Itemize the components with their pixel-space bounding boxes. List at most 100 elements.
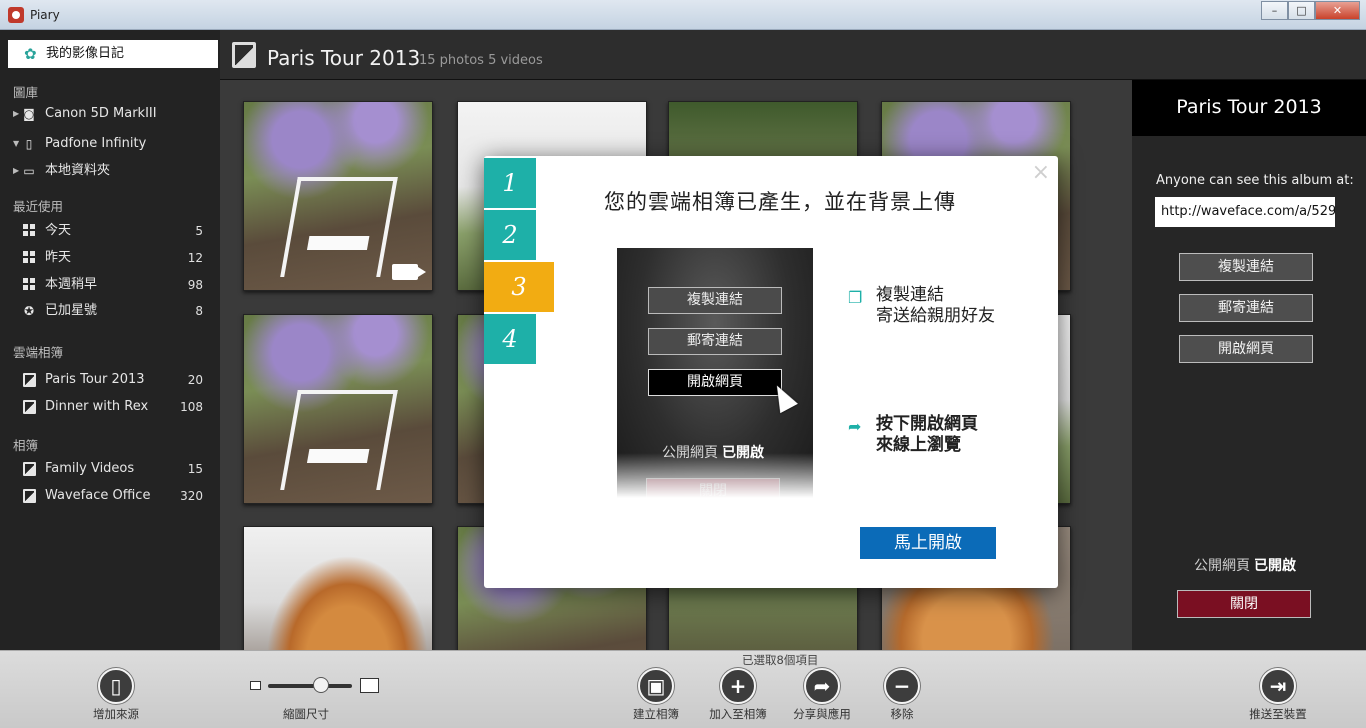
dialog-title: 您的雲端相簿已產生，並在背景上傳 [604, 190, 956, 214]
share-button[interactable]: ➦ 分享與應用 [782, 668, 862, 722]
item-count: 8 [195, 304, 203, 318]
section-library: 圖庫 [13, 85, 39, 100]
sidebar-item-phone[interactable]: ▼ ▯ Padfone Infinity [0, 133, 220, 155]
slider-track[interactable] [268, 684, 352, 688]
add-source-button[interactable]: ▯ 增加來源 [76, 668, 156, 722]
add-source-label: 增加來源 [93, 707, 139, 721]
sidebar-item-label: 今天 [45, 223, 72, 238]
remove-label: 移除 [890, 707, 914, 721]
large-image-icon [360, 678, 379, 693]
phone-icon: ▯ [25, 137, 33, 151]
remove-button[interactable]: − 移除 [862, 668, 942, 722]
share-url-label: Anyone can see this album at: [1156, 173, 1354, 188]
open-now-button[interactable]: 馬上開啟 [860, 527, 996, 559]
public-page-state: 已開啟 [1254, 558, 1296, 574]
step-tab-4[interactable]: 4 [484, 314, 536, 364]
album-subtitle: 15 photos 5 videos [419, 53, 543, 68]
push-device-icon: ⇥ [1260, 668, 1296, 704]
expand-arrow-icon[interactable]: ▶ [13, 103, 19, 125]
album-icon [232, 42, 256, 68]
sidebar-item-today[interactable]: 今天 5 [0, 220, 220, 242]
collapse-arrow-icon[interactable]: ▼ [13, 133, 19, 155]
sidebar-item-label: 已加星號 [45, 303, 98, 318]
sidebar-item-label: Canon 5D MarkIII [45, 106, 157, 121]
item-count: 98 [187, 278, 203, 292]
email-link-button[interactable]: 郵寄連結 [1179, 294, 1313, 322]
sidebar-item-local-folder[interactable]: ▶ ▭ 本地資料夾 [0, 160, 220, 182]
slider-knob[interactable] [313, 677, 330, 693]
sidebar-item-label: 本地資料夾 [45, 163, 111, 178]
preview-copy-link: 複製連結 [648, 287, 782, 314]
monitor-icon: ▭ [23, 164, 35, 178]
create-album-button[interactable]: ▣ 建立相簿 [616, 668, 696, 722]
step-tab-3[interactable]: 3 [484, 262, 554, 312]
share-panel: Paris Tour 2013 Anyone can see this albu… [1132, 80, 1366, 650]
album-icon [22, 373, 36, 387]
sidebar-item-yesterday[interactable]: 昨天 12 [0, 247, 220, 269]
sidebar: ✿ 我的影像日記 圖庫 ▶ ◙ Canon 5D MarkIII ▼ ▯ Pad… [0, 30, 220, 650]
add-to-album-button[interactable]: + 加入至相簿 [698, 668, 778, 722]
open-page-button[interactable]: 開啟網頁 [1179, 335, 1313, 363]
preview-public-state: 已開啟 [722, 445, 764, 461]
leaf-icon: ✿ [24, 45, 37, 63]
minus-icon: − [884, 668, 920, 704]
item-count: 20 [187, 373, 203, 387]
sidebar-item-label: Dinner with Rex [45, 399, 149, 414]
maximize-button[interactable]: □ [1288, 1, 1315, 20]
sidebar-item-label: Padfone Infinity [45, 136, 147, 151]
swing-shape [280, 177, 398, 277]
photo-thumbnail[interactable] [243, 101, 433, 291]
swing-shape [280, 390, 398, 490]
expand-arrow-icon[interactable]: ▶ [13, 160, 19, 182]
add-to-album-label: 加入至相簿 [709, 707, 767, 721]
plus-icon: + [720, 668, 756, 704]
sidebar-item-starred[interactable]: ✪ 已加星號 8 [0, 300, 220, 322]
tip-line: 來線上瀏覽 [876, 435, 961, 455]
share-url-field[interactable]: http://waveface.com/a/5294 [1155, 197, 1335, 227]
step-tab-1[interactable]: 1 [484, 158, 536, 208]
sidebar-item-label: 本週稍早 [45, 277, 98, 292]
close-window-button[interactable]: ✕ [1315, 1, 1360, 20]
album-icon [22, 400, 36, 414]
push-to-device-label: 推送至裝置 [1249, 707, 1307, 721]
share-arrow-icon: ➦ [804, 668, 840, 704]
copy-link-button[interactable]: 複製連結 [1179, 253, 1313, 281]
copy-icon: ❐ [848, 288, 863, 307]
section-albums: 相簿 [13, 438, 39, 453]
small-image-icon [250, 681, 261, 690]
photo-thumbnail[interactable] [243, 314, 433, 504]
selection-status: 已選取8個項目 [742, 653, 819, 667]
section-recent: 最近使用 [13, 199, 64, 214]
add-source-icon: ▯ [98, 668, 134, 704]
grid-icon [22, 251, 36, 265]
sidebar-item-dinner-with-rex[interactable]: Dinner with Rex 108 [0, 396, 220, 418]
dialog-close-icon[interactable]: × [1032, 160, 1050, 185]
sidebar-item-paris-tour[interactable]: Paris Tour 2013 20 [0, 369, 220, 391]
share-panel-preview: 複製連結 郵寄連結 開啟網頁 公開網頁 已開啟 關閉 [617, 248, 813, 505]
item-count: 320 [180, 489, 203, 503]
preview-public-label: 公開網頁 [662, 445, 718, 461]
push-to-device-button[interactable]: ⇥ 推送至裝置 [1238, 668, 1318, 722]
thumbnail-size-label: 縮圖尺寸 [283, 707, 329, 721]
album-icon [22, 489, 36, 503]
sidebar-item-camera[interactable]: ▶ ◙ Canon 5D MarkIII [0, 103, 220, 125]
preview-close: 關閉 [646, 478, 780, 505]
grid-icon [22, 224, 36, 238]
sidebar-item-my-diary[interactable]: ✿ 我的影像日記 [8, 40, 218, 68]
preview-open-page: 開啟網頁 [648, 369, 782, 396]
create-album-label: 建立相簿 [633, 707, 679, 721]
minimize-button[interactable]: – [1261, 1, 1288, 20]
sidebar-item-label: Family Videos [45, 461, 135, 476]
close-public-page-button[interactable]: 關閉 [1177, 590, 1311, 618]
window-title: Piary [30, 8, 60, 22]
item-count: 12 [187, 251, 203, 265]
sidebar-item-label: 昨天 [45, 250, 72, 265]
video-icon [392, 264, 426, 280]
photo-thumbnail[interactable] [243, 526, 433, 650]
sidebar-item-this-week[interactable]: 本週稍早 98 [0, 274, 220, 296]
step-tab-2[interactable]: 2 [484, 210, 536, 260]
tip-open-page: ➦ 按下開啟網頁 來線上瀏覽 [848, 414, 978, 456]
album-title: Paris Tour 2013 [267, 46, 421, 70]
sidebar-item-waveface-office[interactable]: Waveface Office 320 [0, 485, 220, 507]
sidebar-item-family-videos[interactable]: Family Videos 15 [0, 458, 220, 480]
